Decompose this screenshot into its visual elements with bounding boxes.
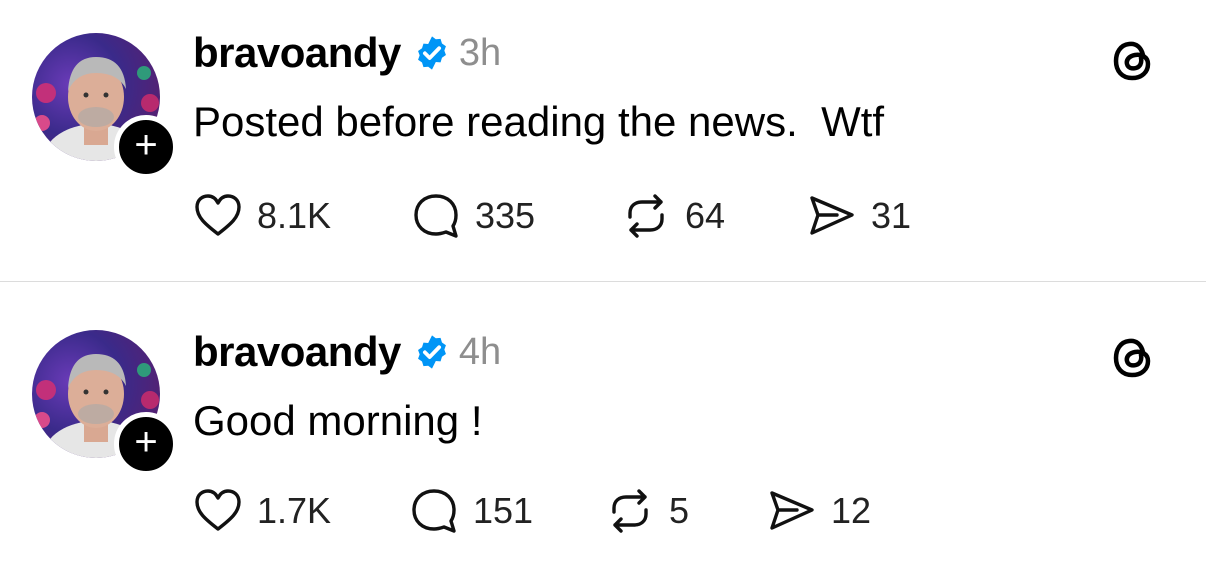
verified-badge-icon (413, 333, 451, 371)
plus-icon: + (134, 123, 158, 167)
like-count: 8.1K (257, 195, 332, 236)
share-icon (770, 491, 814, 530)
reply-button[interactable]: 335 (411, 188, 535, 244)
username[interactable]: bravoandy (193, 328, 401, 376)
reply-button[interactable]: 151 (409, 483, 533, 539)
reply-count: 151 (473, 490, 534, 531)
username[interactable]: bravoandy (193, 29, 401, 77)
avatar-container[interactable]: + (32, 33, 178, 179)
post-time: 3h (458, 31, 502, 74)
share-count: 12 (831, 490, 872, 531)
heart-icon (195, 194, 241, 236)
post-header: bravoandy 4h (193, 327, 501, 377)
post[interactable]: + bravoandy 3h Posted before reading the… (0, 0, 1206, 282)
follow-button[interactable]: + (114, 115, 178, 179)
verified-badge-icon (413, 34, 451, 72)
repost-icon (612, 489, 648, 533)
like-button[interactable]: 1.7K (193, 483, 331, 539)
reply-icon (414, 194, 458, 238)
repost-icon (628, 194, 664, 238)
repost-button[interactable]: 5 (605, 483, 689, 539)
repost-count: 5 (669, 490, 690, 531)
repost-button[interactable]: 64 (621, 188, 725, 244)
share-button[interactable]: 12 (767, 483, 871, 539)
threads-logo-icon[interactable] (1110, 36, 1158, 84)
reply-icon (412, 489, 456, 533)
post[interactable]: + bravoandy 4h Good morning ! 1.7K 151 5… (0, 283, 1206, 566)
follow-button[interactable]: + (114, 412, 178, 476)
share-button[interactable]: 31 (807, 188, 911, 244)
post-time: 4h (458, 330, 502, 373)
like-button[interactable]: 8.1K (193, 188, 331, 244)
threads-feed: + bravoandy 3h Posted before reading the… (0, 0, 1206, 566)
heart-icon (195, 489, 241, 531)
plus-icon: + (134, 420, 158, 464)
threads-logo-icon[interactable] (1110, 333, 1158, 381)
divider (0, 281, 1206, 282)
like-count: 1.7K (257, 490, 332, 531)
repost-count: 64 (685, 195, 726, 236)
reply-count: 335 (475, 195, 536, 236)
post-header: bravoandy 3h (193, 28, 501, 78)
share-icon (810, 196, 854, 235)
post-text: Posted before reading the news. Wtf (193, 98, 885, 145)
avatar-container[interactable]: + (32, 330, 178, 476)
post-text: Good morning ! (193, 397, 483, 444)
share-count: 31 (871, 195, 912, 236)
